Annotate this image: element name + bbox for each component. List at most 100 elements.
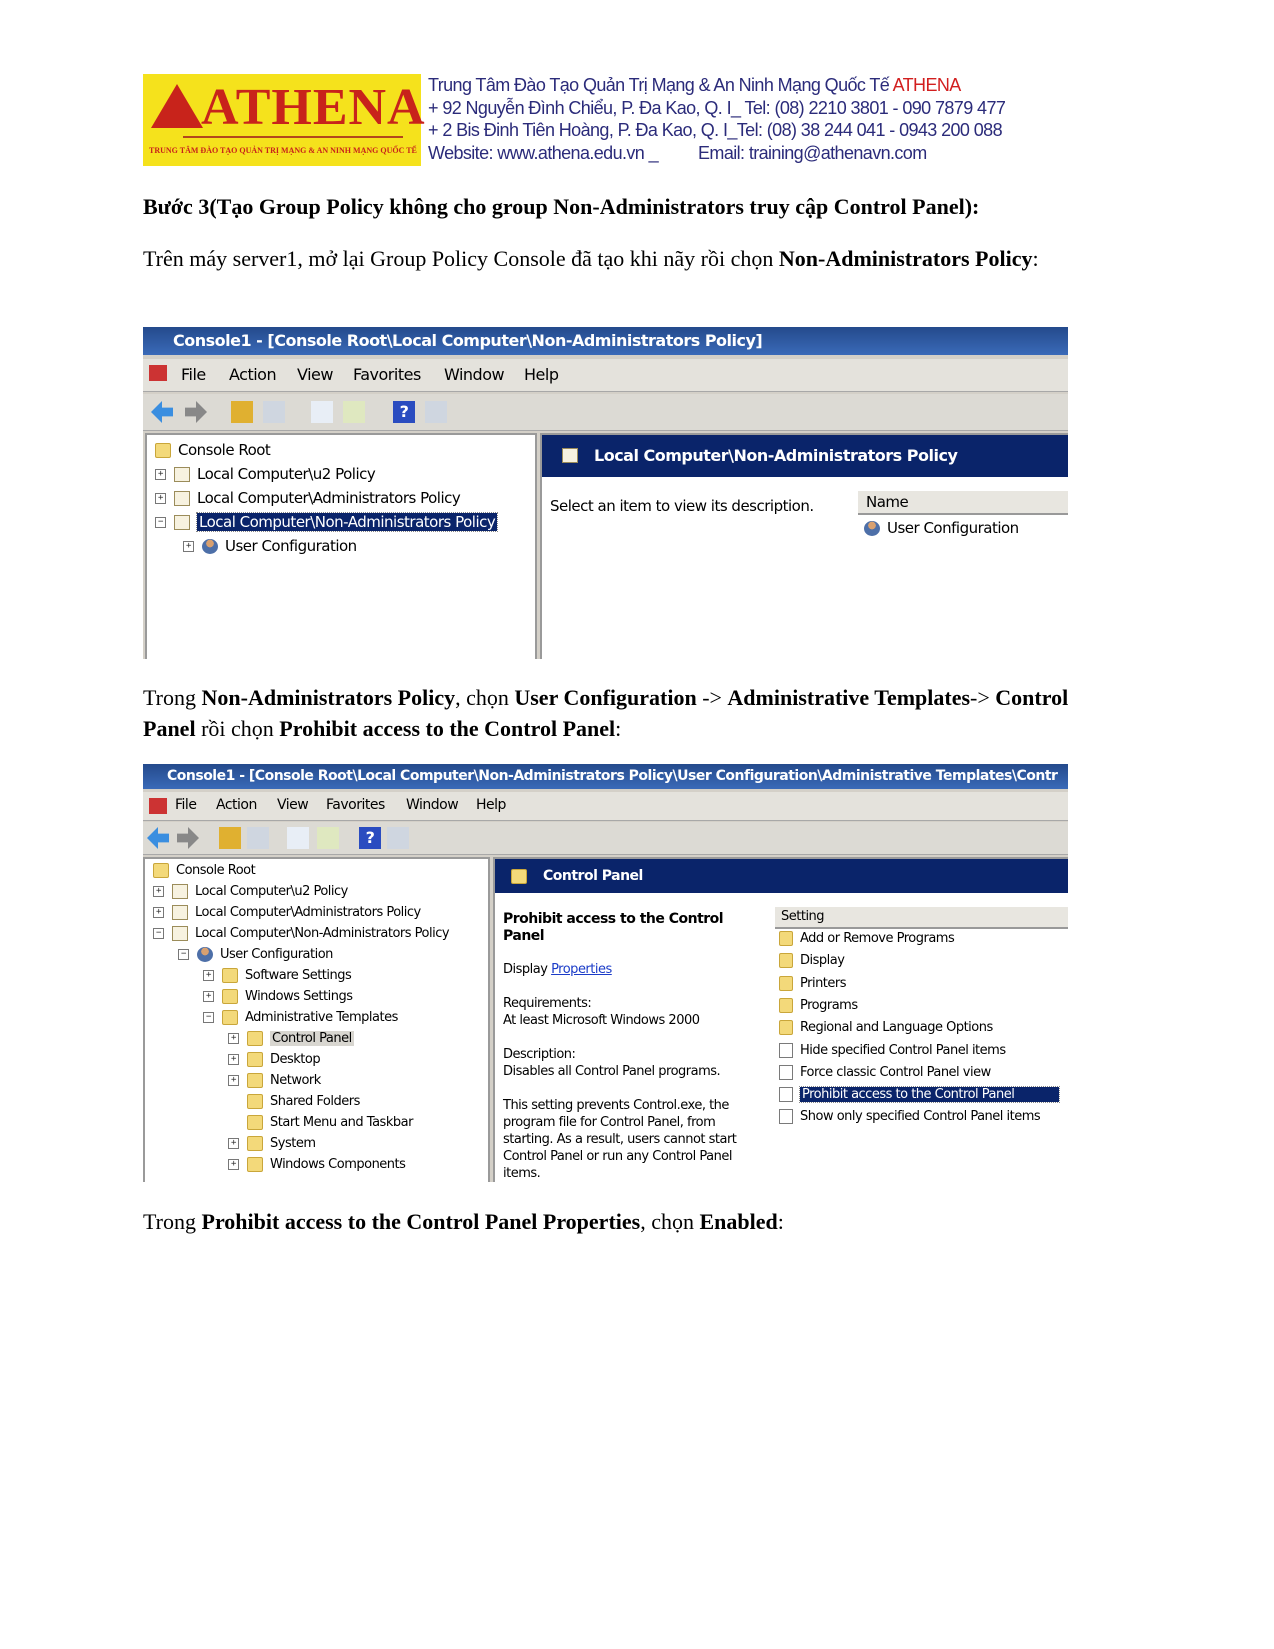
menu-action[interactable]: Action: [229, 365, 277, 384]
expand-icon[interactable]: +: [228, 1159, 239, 1170]
expand-icon[interactable]: +: [155, 492, 166, 504]
setting-item[interactable]: Regional and Language Options: [779, 1020, 993, 1036]
show-hide-tree-icon[interactable]: [247, 827, 269, 849]
tree-item-label: Local Computer\u2 Policy: [195, 884, 348, 899]
expand-icon[interactable]: +: [203, 970, 214, 981]
expand-icon[interactable]: +: [183, 540, 194, 552]
menu-help[interactable]: Help: [476, 797, 506, 813]
logo-name: ATHENA: [201, 79, 426, 136]
tree-item-label: Shared Folders: [270, 1094, 360, 1109]
collapse-icon[interactable]: −: [203, 1012, 214, 1023]
tree-item[interactable]: + Control Panel: [228, 1031, 354, 1046]
description-label: Description:: [503, 1047, 576, 1062]
properties-icon[interactable]: [311, 401, 333, 423]
tree-item[interactable]: − User Configuration: [178, 947, 333, 962]
setting-item[interactable]: Printers: [779, 975, 847, 991]
properties-icon[interactable]: [287, 827, 309, 849]
show-action-pane-icon[interactable]: [425, 401, 447, 423]
setting-item[interactable]: Show only specified Control Panel items: [779, 1109, 1041, 1125]
up-folder-icon[interactable]: [219, 827, 241, 849]
export-list-icon[interactable]: [343, 401, 365, 423]
properties-link[interactable]: Properties: [551, 962, 612, 977]
export-list-icon[interactable]: [317, 827, 339, 849]
forward-arrow-icon[interactable]: [185, 401, 207, 423]
expand-icon[interactable]: +: [153, 907, 164, 918]
menu-action[interactable]: Action: [216, 797, 257, 813]
show-hide-tree-icon[interactable]: [263, 401, 285, 423]
menu-favorites[interactable]: Favorites: [353, 365, 421, 384]
forward-arrow-icon[interactable]: [177, 827, 199, 849]
mmc-app-icon[interactable]: [149, 798, 167, 814]
tree-item[interactable]: − Local Computer\Non-Administrators Polic…: [153, 926, 450, 941]
expand-icon[interactable]: +: [228, 1075, 239, 1086]
expand-icon[interactable]: +: [155, 468, 166, 480]
setting-item[interactable]: Hide specified Control Panel items: [779, 1042, 1006, 1058]
back-arrow-icon[interactable]: [147, 827, 169, 849]
setting-item-label: Regional and Language Options: [800, 1020, 993, 1036]
help-icon[interactable]: ?: [393, 401, 415, 423]
expand-icon[interactable]: +: [228, 1054, 239, 1065]
help-icon[interactable]: ?: [359, 827, 381, 849]
tree-item[interactable]: + Local Computer\u2 Policy: [155, 465, 376, 483]
column-header-name[interactable]: Name: [858, 491, 1068, 515]
tree-item[interactable]: + Desktop: [228, 1052, 321, 1067]
tree-item[interactable]: Start Menu and Taskbar: [228, 1115, 413, 1130]
menu-help[interactable]: Help: [524, 365, 559, 384]
menu-view[interactable]: View: [297, 365, 333, 384]
collapse-icon[interactable]: −: [153, 928, 164, 939]
policy-scroll-icon: [172, 905, 188, 920]
bold-text: User Configuration: [514, 685, 697, 710]
expand-icon[interactable]: +: [203, 991, 214, 1002]
paragraph-1: Trên máy server1, mở lại Group Policy Co…: [143, 243, 1073, 274]
tree-item[interactable]: + Network: [228, 1073, 321, 1088]
policy-scroll-icon: [174, 466, 190, 482]
setting-item[interactable]: Add or Remove Programs: [779, 931, 955, 946]
tree-item[interactable]: − Administrative Templates: [203, 1010, 398, 1025]
menu-file[interactable]: File: [181, 365, 206, 384]
tree-item[interactable]: + Local Computer\Administrators Policy: [153, 905, 421, 920]
description-text: Select an item to view its description.: [550, 497, 814, 515]
menu-window[interactable]: Window: [406, 797, 459, 813]
menu-favorites[interactable]: Favorites: [326, 797, 385, 813]
bold-text: Administrative Templates: [727, 685, 971, 710]
tree-item[interactable]: Shared Folders: [228, 1094, 360, 1109]
expand-icon[interactable]: +: [228, 1138, 239, 1149]
tree-item[interactable]: + Local Computer\Administrators Policy: [155, 489, 461, 507]
tree-item[interactable]: + Windows Components: [228, 1157, 406, 1172]
tree-item[interactable]: Console Root: [153, 863, 256, 878]
menu-window[interactable]: Window: [444, 365, 505, 384]
collapse-icon[interactable]: −: [178, 949, 189, 960]
setting-item[interactable]: Prohibit access to the Control Panel: [779, 1086, 1061, 1104]
email-link[interactable]: Email: training@athenavn.com: [698, 143, 927, 163]
back-arrow-icon[interactable]: [151, 401, 173, 423]
tree-item-label: Control Panel: [270, 1031, 354, 1046]
expand-icon[interactable]: +: [228, 1033, 239, 1044]
expand-icon[interactable]: +: [153, 886, 164, 897]
menu-file[interactable]: File: [175, 797, 197, 813]
logo-mark-icon: [151, 84, 203, 128]
logo-divider: [183, 136, 403, 138]
tree-item[interactable]: − Local Computer\Non-Administrators Polic…: [155, 512, 499, 532]
text: ->: [696, 685, 728, 710]
collapse-icon[interactable]: −: [155, 516, 166, 528]
tree-item[interactable]: + Local Computer\u2 Policy: [153, 884, 348, 899]
website-link[interactable]: Website: www.athena.edu.vn _: [428, 143, 659, 163]
up-folder-icon[interactable]: [231, 401, 253, 423]
tree-item[interactable]: + Windows Settings: [203, 989, 353, 1004]
folder-icon: [247, 1031, 263, 1046]
setting-item[interactable]: Force classic Control Panel view: [779, 1064, 991, 1080]
mmc-app-icon[interactable]: [149, 365, 167, 381]
policy-scroll-icon: [562, 448, 578, 463]
column-header-setting[interactable]: Setting: [775, 907, 1068, 929]
details-header-title: Local Computer\Non-Administrators Policy: [594, 446, 958, 465]
tree-item[interactable]: + Software Settings: [203, 968, 352, 983]
tree-item[interactable]: + User Configuration: [183, 537, 357, 555]
tree-item[interactable]: + System: [228, 1136, 316, 1151]
tree-item[interactable]: Console Root: [155, 441, 271, 459]
requirements-label: Requirements:: [503, 996, 592, 1011]
show-action-pane-icon[interactable]: [387, 827, 409, 849]
menu-view[interactable]: View: [277, 797, 309, 813]
setting-item[interactable]: Programs: [779, 997, 858, 1013]
list-item[interactable]: User Configuration: [864, 519, 1019, 537]
setting-item[interactable]: Display: [779, 953, 845, 969]
